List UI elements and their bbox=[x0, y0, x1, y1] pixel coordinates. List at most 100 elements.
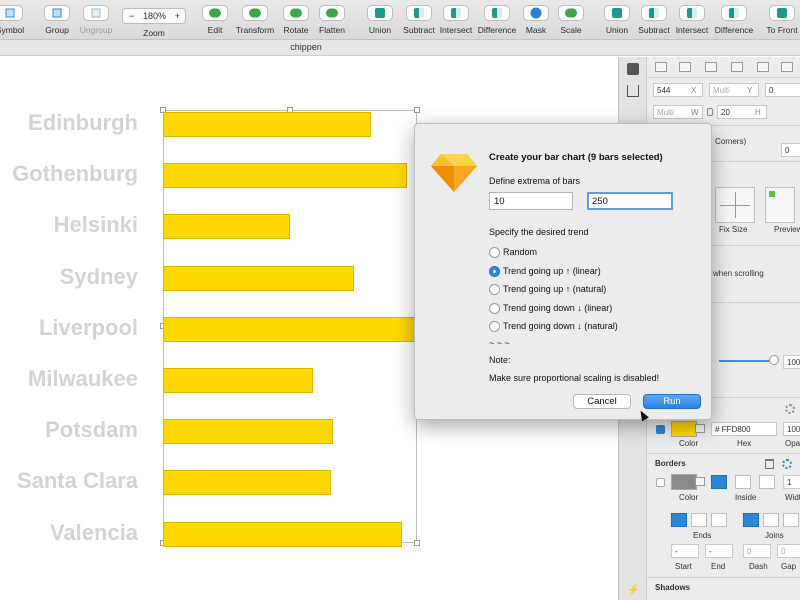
align-bottom-icon[interactable] bbox=[781, 62, 793, 72]
bar-shape[interactable] bbox=[163, 214, 290, 240]
preview-widget[interactable] bbox=[765, 187, 795, 223]
toolbar-difference-button[interactable]: Difference bbox=[475, 5, 519, 39]
align-top-icon[interactable] bbox=[731, 62, 743, 72]
end-square-button[interactable] bbox=[711, 513, 727, 527]
bolt-icon[interactable]: ⚡ bbox=[627, 585, 639, 596]
border-outside-button[interactable] bbox=[759, 475, 775, 489]
opacity-slider-knob[interactable] bbox=[769, 355, 779, 365]
radio-button[interactable] bbox=[489, 284, 500, 295]
min-value-input[interactable]: 10 bbox=[489, 192, 573, 210]
radio-button[interactable] bbox=[489, 265, 500, 277]
trend-option[interactable]: Trend going down ↓ (natural) bbox=[489, 321, 689, 333]
bar-shape[interactable] bbox=[163, 470, 331, 496]
arrow-end-select[interactable]: - bbox=[705, 544, 733, 558]
toolbar-symbol-button[interactable]: Symbol bbox=[0, 5, 32, 39]
toolbar-intersect-button[interactable]: Intersect bbox=[434, 5, 478, 39]
border-center-button[interactable] bbox=[735, 475, 751, 489]
inspector-divider bbox=[647, 577, 800, 578]
border-inside-button[interactable] bbox=[711, 475, 727, 489]
selection-handle[interactable] bbox=[414, 540, 420, 546]
shadows-title[interactable]: Shadows bbox=[655, 583, 690, 592]
border-width-field[interactable]: 1 bbox=[783, 475, 800, 489]
border-enabled-checkbox[interactable] bbox=[656, 478, 665, 487]
fill-enabled-checkbox[interactable] bbox=[656, 425, 665, 434]
gap-field[interactable]: 0 bbox=[777, 544, 800, 558]
end-butt-button[interactable] bbox=[671, 513, 687, 527]
bar-shape[interactable] bbox=[163, 265, 354, 291]
toolbar-group-button[interactable]: Group bbox=[35, 5, 79, 39]
toolbar-difference-button[interactable]: Difference bbox=[712, 5, 756, 39]
opacity-field[interactable]: 100 bbox=[783, 355, 800, 369]
toolbar-label: Flatten bbox=[319, 25, 345, 35]
fill-opacity-field[interactable]: 100 bbox=[783, 422, 800, 436]
zoom-out-button[interactable]: − bbox=[129, 11, 134, 21]
trend-option[interactable]: Trend going down ↓ (linear) bbox=[489, 302, 689, 315]
gear-icon[interactable] bbox=[785, 404, 795, 414]
opacity-slider-track[interactable] bbox=[719, 360, 775, 362]
flatten-icon bbox=[319, 5, 345, 21]
fill-color-swatch[interactable] bbox=[671, 421, 697, 437]
bar-shape[interactable] bbox=[163, 112, 371, 137]
bar-shape[interactable] bbox=[163, 419, 333, 445]
toolbar-flatten-button[interactable]: Flatten bbox=[310, 5, 354, 39]
extrema-label: Define extrema of bars bbox=[489, 176, 581, 186]
toolbar-to-front-button[interactable]: To Front bbox=[760, 5, 800, 39]
toolbar-label: Intersect bbox=[439, 25, 473, 35]
trend-option[interactable]: Trend going up ↑ (natural) bbox=[489, 284, 689, 296]
zoom-control[interactable]: − 180% + bbox=[122, 8, 186, 24]
border-color-swatch[interactable] bbox=[671, 474, 697, 490]
bar-shape[interactable] bbox=[163, 163, 407, 189]
arrow-start-select[interactable]: - bbox=[671, 544, 699, 558]
join-miter-button[interactable] bbox=[743, 513, 759, 527]
align-left-icon[interactable] bbox=[655, 62, 667, 72]
align-middle-icon[interactable] bbox=[757, 62, 769, 72]
y-label: Y bbox=[747, 86, 753, 95]
max-value-input[interactable]: 250 bbox=[587, 192, 673, 210]
cancel-button[interactable]: Cancel bbox=[573, 394, 631, 409]
city-label: Edinburgh bbox=[28, 110, 138, 135]
bar-shape[interactable] bbox=[163, 368, 313, 393]
toolbar-intersect-button[interactable]: Intersect bbox=[670, 5, 714, 39]
separator-text: ~ ~ ~ bbox=[489, 338, 510, 348]
selection-handle[interactable] bbox=[414, 107, 420, 113]
run-button[interactable]: Run bbox=[643, 394, 701, 409]
toolbar-union-button[interactable]: Union bbox=[358, 5, 402, 39]
join-round-button[interactable] bbox=[763, 513, 779, 527]
fix-size-widget[interactable] bbox=[715, 187, 755, 223]
toolbar-edit-button[interactable]: Edit bbox=[193, 5, 237, 39]
corners-field[interactable]: 0 bbox=[781, 143, 800, 157]
toolbar-scale-button[interactable]: Scale bbox=[549, 5, 593, 39]
trend-option[interactable]: Random bbox=[489, 247, 689, 259]
join-bevel-button[interactable] bbox=[783, 513, 799, 527]
difference-icon bbox=[721, 5, 747, 21]
toolbar-transform-button[interactable]: Transform bbox=[233, 5, 277, 39]
end-round-button[interactable] bbox=[691, 513, 707, 527]
bar-shape[interactable] bbox=[163, 521, 402, 547]
fill-hex-field[interactable]: # FFD800 bbox=[711, 422, 777, 436]
radio-button[interactable] bbox=[489, 321, 500, 332]
zoom-in-button[interactable]: + bbox=[175, 11, 180, 21]
lock-icon[interactable] bbox=[707, 108, 713, 116]
color-picker-icon[interactable] bbox=[695, 477, 705, 486]
city-label: Valencia bbox=[49, 519, 138, 545]
trend-option[interactable]: Trend going up ↑ (linear) bbox=[489, 265, 689, 278]
toolbar-ungroup-button[interactable]: Ungroup bbox=[74, 5, 118, 39]
align-center-icon[interactable] bbox=[679, 62, 691, 72]
trend-option-label: Trend going down ↓ (natural) bbox=[503, 321, 618, 331]
trash-icon[interactable] bbox=[765, 459, 774, 469]
subtract-icon bbox=[641, 5, 667, 21]
dash-field[interactable]: 0 bbox=[743, 544, 771, 558]
trend-option-label: Trend going down ↓ (linear) bbox=[503, 302, 613, 313]
borders-title: Borders bbox=[655, 459, 686, 468]
align-right-icon[interactable] bbox=[705, 62, 717, 72]
bar-shape[interactable] bbox=[163, 316, 417, 342]
rotation-field[interactable]: 0 bbox=[765, 83, 800, 97]
gear-icon[interactable] bbox=[782, 459, 792, 469]
union-icon bbox=[367, 5, 393, 21]
share-icon[interactable] bbox=[627, 85, 639, 97]
fill-opacity-label: Opac bbox=[785, 439, 800, 448]
color-picker-icon[interactable] bbox=[695, 424, 705, 433]
radio-button[interactable] bbox=[489, 247, 500, 258]
toolbar-label: Symbol bbox=[0, 25, 25, 35]
radio-button[interactable] bbox=[489, 302, 500, 314]
